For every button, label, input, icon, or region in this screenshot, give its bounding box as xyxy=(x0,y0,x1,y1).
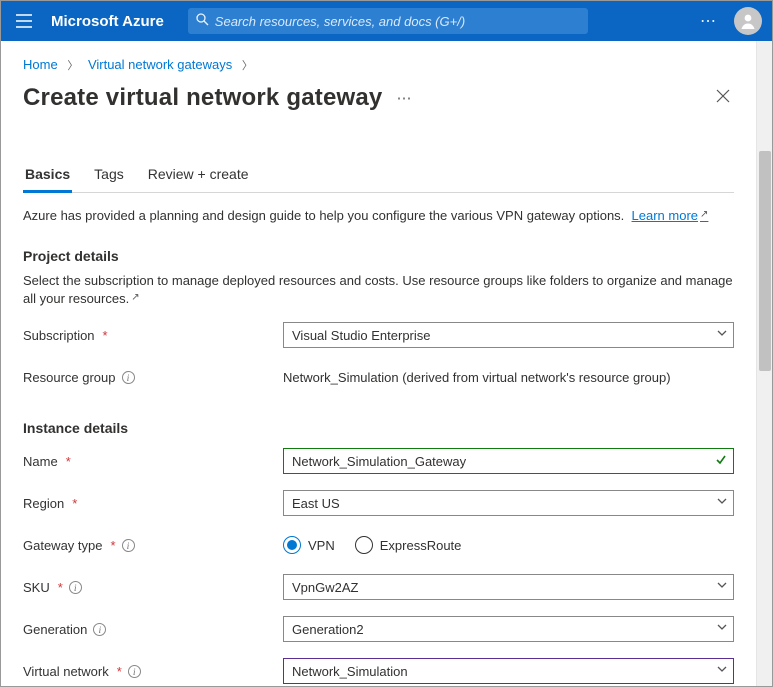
user-avatar[interactable] xyxy=(734,7,762,35)
gateway-type-vpn-radio[interactable]: VPN xyxy=(283,536,335,554)
subscription-select[interactable]: Visual Studio Enterprise xyxy=(283,322,734,348)
name-input[interactable]: Network_Simulation_Gateway xyxy=(283,448,734,474)
vnet-label: Virtual network xyxy=(23,664,109,679)
brand-label[interactable]: Microsoft Azure xyxy=(51,13,164,30)
tabs: Basics Tags Review + create xyxy=(23,160,734,193)
search-input[interactable] xyxy=(215,14,580,29)
search-icon xyxy=(196,13,209,29)
name-label: Name xyxy=(23,454,58,469)
intro-text: Azure has provided a planning and design… xyxy=(23,207,734,226)
generation-label: Generation xyxy=(23,622,87,637)
resource-group-label: Resource group xyxy=(23,370,116,385)
more-icon[interactable]: ⋯ xyxy=(700,11,718,31)
menu-icon[interactable] xyxy=(11,14,37,28)
region-label: Region xyxy=(23,496,64,511)
sku-label: SKU xyxy=(23,580,50,595)
learn-more-link[interactable]: Learn more↗ xyxy=(632,208,709,223)
page-title: Create virtual network gateway xyxy=(23,84,382,112)
required-icon: * xyxy=(103,328,108,343)
tab-tags[interactable]: Tags xyxy=(92,160,126,192)
instance-details-heading: Instance details xyxy=(23,420,734,436)
generation-select[interactable]: Generation2 xyxy=(283,616,734,642)
project-details-desc: Select the subscription to manage deploy… xyxy=(23,272,734,308)
external-link-icon: ↗ xyxy=(700,209,708,220)
global-search[interactable] xyxy=(188,8,588,34)
title-more-icon[interactable]: ⋯ xyxy=(396,89,412,107)
breadcrumb: Home 〉 Virtual network gateways 〉 xyxy=(23,57,734,73)
scrollbar-thumb[interactable] xyxy=(759,151,771,371)
chevron-right-icon: 〉 xyxy=(67,60,78,72)
chevron-right-icon: 〉 xyxy=(242,60,253,72)
resource-group-value: Network_Simulation (derived from virtual… xyxy=(283,364,734,385)
required-icon: * xyxy=(58,580,63,595)
info-icon[interactable]: i xyxy=(69,581,82,594)
breadcrumb-home[interactable]: Home xyxy=(23,57,58,72)
close-icon[interactable] xyxy=(712,83,734,112)
required-icon: * xyxy=(111,538,116,553)
vnet-select[interactable]: Network_Simulation xyxy=(283,658,734,684)
info-icon[interactable]: i xyxy=(93,623,106,636)
tab-basics[interactable]: Basics xyxy=(23,160,72,193)
sku-select[interactable]: VpnGw2AZ xyxy=(283,574,734,600)
required-icon: * xyxy=(66,454,71,469)
gateway-type-expressroute-radio[interactable]: ExpressRoute xyxy=(355,536,462,554)
required-icon: * xyxy=(117,664,122,679)
subscription-label: Subscription xyxy=(23,328,95,343)
region-select[interactable]: East US xyxy=(283,490,734,516)
project-details-heading: Project details xyxy=(23,248,734,264)
radio-selected-icon xyxy=(283,536,301,554)
external-link-icon: ↗ xyxy=(131,292,139,303)
tab-review-create[interactable]: Review + create xyxy=(146,160,251,192)
vertical-scrollbar[interactable] xyxy=(756,41,772,686)
required-icon: * xyxy=(72,496,77,511)
breadcrumb-vng[interactable]: Virtual network gateways xyxy=(88,57,232,72)
info-icon[interactable]: i xyxy=(122,371,135,384)
gateway-type-label: Gateway type xyxy=(23,538,103,553)
info-icon[interactable]: i xyxy=(122,539,135,552)
top-header: Microsoft Azure ⋯ xyxy=(1,1,772,41)
radio-unselected-icon xyxy=(355,536,373,554)
info-icon[interactable]: i xyxy=(128,665,141,678)
